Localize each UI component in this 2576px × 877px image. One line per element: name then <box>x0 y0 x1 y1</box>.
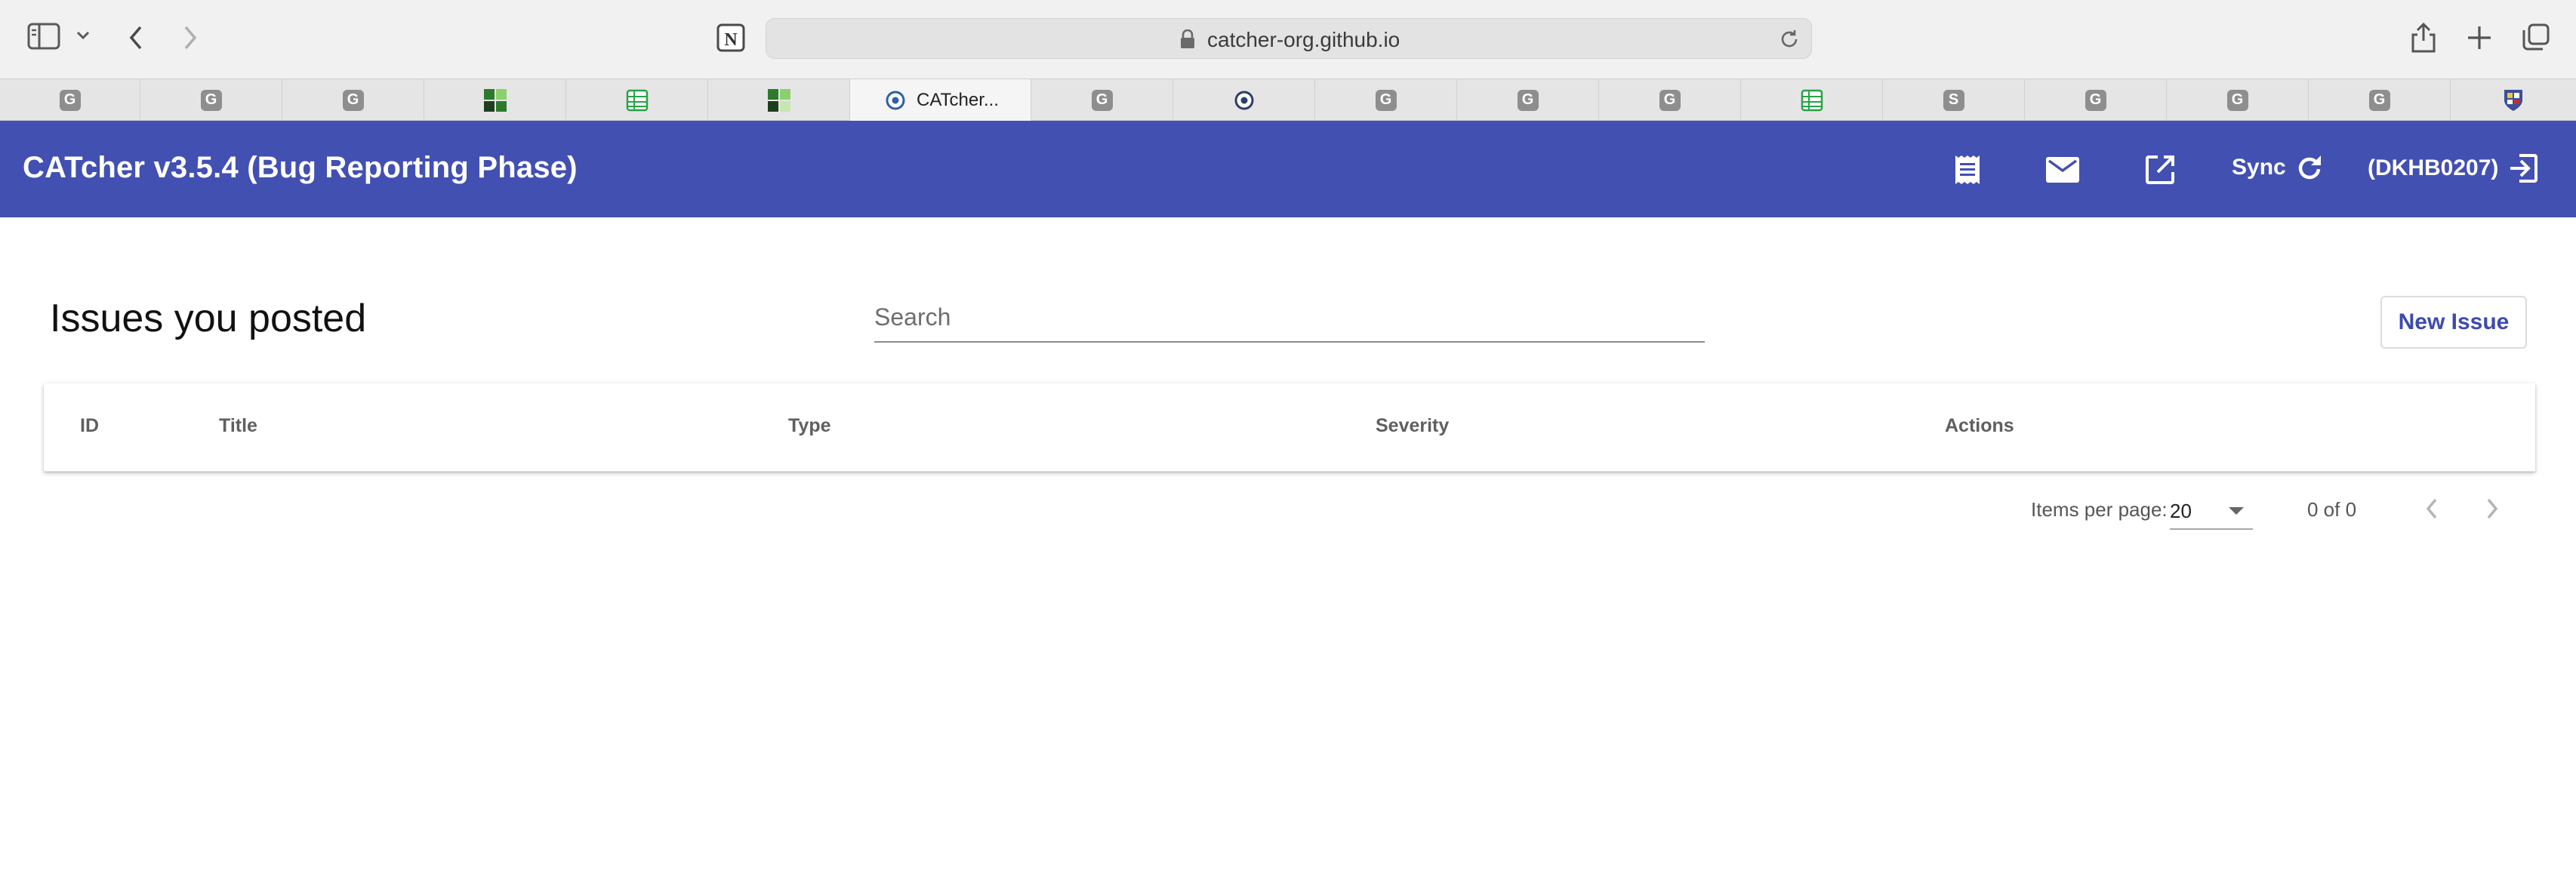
previous-page-button[interactable] <box>2422 495 2442 526</box>
browser-tab[interactable] <box>1741 79 1883 121</box>
reload-icon[interactable] <box>1778 28 1801 54</box>
share-icon[interactable] <box>2410 21 2437 54</box>
app-header: CATcher v3.5.4 (Bug Reporting Phase) Syn… <box>0 121 2576 217</box>
tab-overview-icon[interactable] <box>2522 23 2550 51</box>
g-favicon-icon: G <box>2368 89 2390 111</box>
browser-tab[interactable] <box>1173 79 1315 121</box>
page-title: Issues you posted <box>50 297 367 340</box>
browser-tab[interactable]: G <box>140 79 282 121</box>
browser-tab[interactable] <box>2451 79 2576 121</box>
dropdown-arrow-icon <box>2229 507 2244 515</box>
next-page-button[interactable] <box>2482 495 2502 526</box>
items-per-page-label: Items per page: <box>2031 498 2168 521</box>
g-favicon-icon: G <box>1091 89 1113 111</box>
browser-tab[interactable] <box>566 79 708 121</box>
items-per-page-select[interactable]: 20 <box>2170 494 2253 530</box>
g-favicon-icon: G <box>2226 89 2248 111</box>
squares-favicon-icon <box>483 88 507 112</box>
sidebar-toggle-icon[interactable] <box>27 23 60 50</box>
notion-icon[interactable]: N <box>716 23 746 53</box>
chevron-left-icon <box>2426 498 2437 519</box>
chevron-right-icon <box>2487 498 2498 519</box>
forward-icon[interactable] <box>181 24 199 51</box>
browser-toolbar: N catcher-org.github.io <box>0 0 2576 78</box>
mail-icon <box>2046 157 2079 183</box>
g-favicon-icon: G <box>1517 89 1539 111</box>
issues-list-button[interactable] <box>1952 154 1983 186</box>
column-header-id[interactable]: ID <box>80 415 99 437</box>
tab-strip: G G G CATcher... G G G G S G G G <box>0 78 2576 121</box>
browser-tab[interactable] <box>708 79 850 121</box>
column-header-title[interactable]: Title <box>219 415 257 437</box>
g-favicon-icon: G <box>1659 89 1681 111</box>
g-favicon-icon: G <box>342 89 364 111</box>
column-header-type[interactable]: Type <box>788 415 831 437</box>
browser-tab[interactable]: G <box>1031 79 1173 121</box>
browser-tab[interactable] <box>424 79 566 121</box>
browser-tab[interactable]: G <box>2309 79 2451 121</box>
issues-table: ID Title Type Severity Actions <box>44 383 2535 472</box>
s-favicon-icon: S <box>1943 89 1964 111</box>
refresh-icon <box>2298 155 2321 180</box>
squares-favicon-icon <box>767 88 790 112</box>
open-in-new-icon <box>2146 155 2174 184</box>
new-tab-icon[interactable] <box>2466 24 2493 51</box>
g-favicon-icon: G <box>2085 89 2106 111</box>
open-external-button[interactable] <box>2144 154 2176 186</box>
catcher-favicon-icon <box>1234 91 1253 109</box>
column-header-severity[interactable]: Severity <box>1376 415 1449 437</box>
user-label: (DKHB0207) <box>2368 155 2499 180</box>
app-title: CATcher v3.5.4 (Bug Reporting Phase) <box>23 151 578 184</box>
shield-favicon-icon <box>2504 89 2522 111</box>
logout-button[interactable]: (DKHB0207) <box>2368 152 2539 184</box>
browser-tab[interactable]: G <box>1599 79 1741 121</box>
tab-label: CATcher... <box>917 89 999 110</box>
catcher-favicon-icon <box>886 91 905 109</box>
g-favicon-icon: G <box>200 89 222 111</box>
browser-tab[interactable]: G <box>2167 79 2309 121</box>
sync-label: Sync <box>2232 155 2286 180</box>
sync-button[interactable]: Sync <box>2232 152 2324 183</box>
url-text: catcher-org.github.io <box>1207 28 1400 51</box>
lock-icon <box>1180 29 1195 53</box>
search-input[interactable] <box>874 296 1705 338</box>
receipt-icon <box>1955 155 1980 184</box>
browser-tab[interactable]: G <box>0 79 140 121</box>
chevron-down-icon[interactable] <box>75 30 91 41</box>
column-header-actions: Actions <box>1945 415 2014 436</box>
browser-tab[interactable]: G <box>1315 79 1457 121</box>
back-icon[interactable] <box>127 24 145 51</box>
browser-tab[interactable]: G <box>2025 79 2167 121</box>
search-field <box>874 296 1705 343</box>
items-per-page-value: 20 <box>2170 500 2192 522</box>
g-favicon-icon: G <box>1375 89 1397 111</box>
browser-tab[interactable]: S <box>1883 79 2025 121</box>
browser-tab-active[interactable]: CATcher... <box>850 79 1031 121</box>
new-issue-button[interactable]: New Issue <box>2380 296 2527 349</box>
address-bar[interactable]: catcher-org.github.io <box>766 18 1812 59</box>
browser-tab[interactable]: G <box>282 79 424 121</box>
mail-button[interactable] <box>2046 157 2079 183</box>
paginator-range: 0 of 0 <box>2307 498 2357 521</box>
browser-tab[interactable]: G <box>1457 79 1599 121</box>
sheets-favicon-icon <box>626 89 648 111</box>
svg-text:N: N <box>724 30 738 50</box>
logout-icon <box>2510 154 2538 183</box>
g-favicon-icon: G <box>59 89 81 111</box>
sheets-favicon-icon <box>1801 89 1823 111</box>
